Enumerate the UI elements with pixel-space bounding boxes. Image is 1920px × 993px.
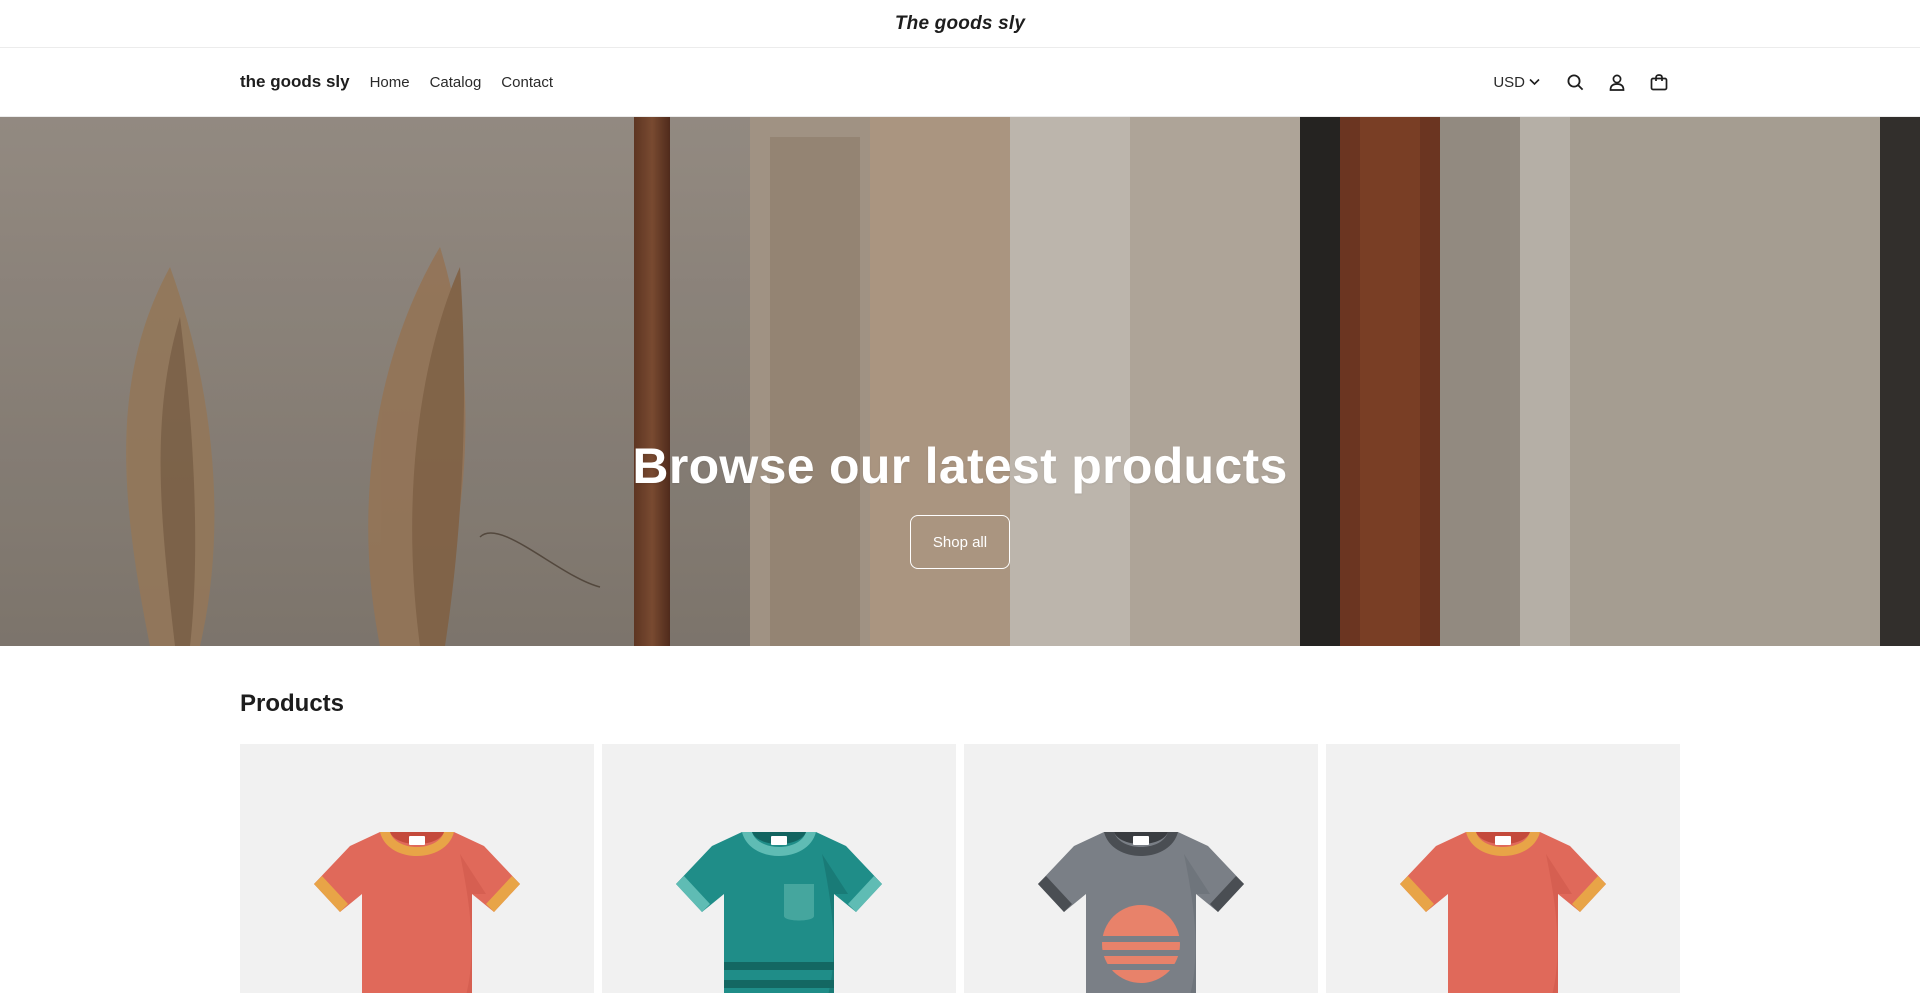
teal-tshirt-image (676, 832, 882, 993)
nav-catalog[interactable]: Catalog (420, 74, 492, 91)
site-header: the goods sly Home Catalog Contact USD (0, 48, 1920, 117)
hero-title: Browse our latest products (632, 438, 1288, 494)
products-title: Products (240, 690, 345, 717)
nav-contact[interactable]: Contact (491, 74, 563, 91)
product-card[interactable] (240, 744, 594, 993)
hero-banner: Browse our latest products Shop all (0, 117, 1920, 646)
hero-content: Browse our latest products Shop all (0, 437, 1920, 569)
announcement-bar: The goods sly (0, 0, 1920, 48)
cart-icon (1650, 73, 1668, 90)
product-card[interactable] (1326, 744, 1680, 993)
chevron-down-icon (1529, 78, 1540, 86)
nav-home[interactable]: Home (370, 74, 420, 91)
search-icon (1567, 74, 1583, 90)
header-actions: USD (1493, 61, 1680, 103)
products-section: Products (0, 646, 1920, 993)
announcement-text: The goods sly (894, 12, 1026, 34)
currency-label: USD (1493, 73, 1525, 91)
currency-selector[interactable]: USD (1493, 74, 1540, 91)
account-button[interactable] (1596, 61, 1638, 103)
gray-tshirt-image (1038, 832, 1244, 993)
cart-button[interactable] (1638, 61, 1680, 103)
orange-tshirt-image (1400, 832, 1606, 993)
account-icon (1609, 74, 1625, 91)
shop-all-button[interactable]: Shop all (910, 515, 1010, 569)
product-card[interactable] (602, 744, 956, 993)
search-button[interactable] (1554, 61, 1596, 103)
store-logo[interactable]: the goods sly (240, 72, 350, 92)
product-card[interactable] (964, 744, 1318, 993)
product-grid (240, 744, 1680, 993)
main-nav: Home Catalog Contact (370, 74, 563, 91)
orange-tshirt-image (314, 832, 520, 993)
